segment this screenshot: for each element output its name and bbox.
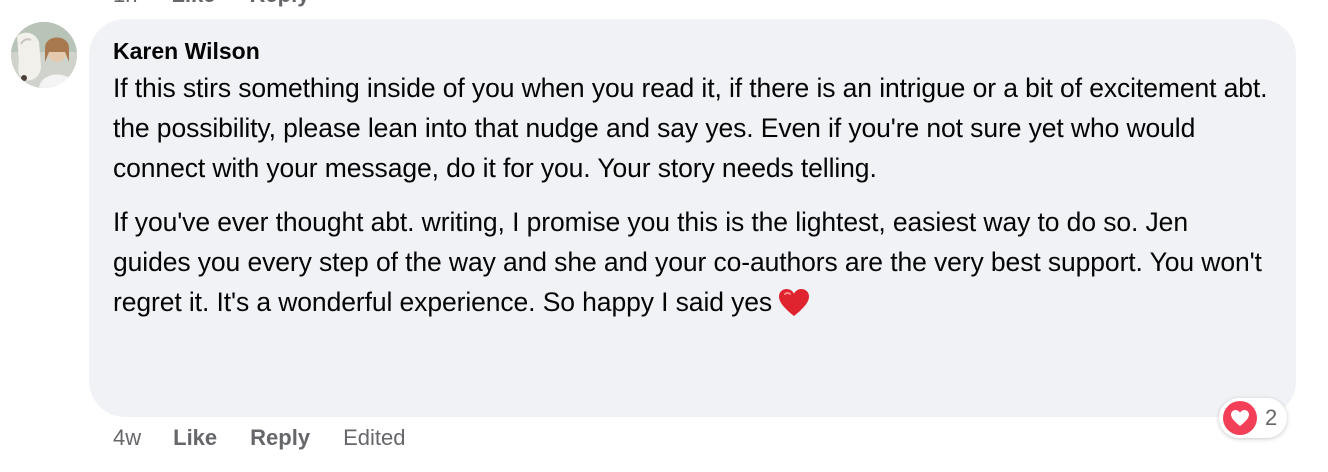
love-reaction-icon: [1223, 401, 1257, 435]
reaction-count: 2: [1265, 405, 1278, 430]
comment-timestamp[interactable]: 4w: [113, 423, 141, 453]
comment-bubble: Karen Wilson If this stirs something ins…: [89, 19, 1296, 417]
previous-comment-time[interactable]: 1h: [113, 0, 137, 8]
comment-actions: 4w Like Reply Edited: [113, 423, 405, 453]
previous-comment-actions: 1h Like Reply: [113, 0, 309, 8]
comment-paragraph-2: If you've ever thought abt. writing, I p…: [113, 202, 1272, 322]
previous-reply-button[interactable]: Reply: [250, 0, 310, 8]
reaction-summary[interactable]: 2: [1219, 398, 1288, 438]
avatar-image: [11, 22, 77, 88]
comment-paragraph-2-text: If you've ever thought abt. writing, I p…: [113, 207, 1262, 317]
comment-paragraph-1: If this stirs something inside of you wh…: [113, 73, 1268, 183]
like-button[interactable]: Like: [173, 423, 217, 453]
avatar[interactable]: [11, 22, 77, 88]
reply-button[interactable]: Reply: [250, 423, 310, 453]
comment-author[interactable]: Karen Wilson: [113, 36, 1272, 66]
heart-emoji-icon: [779, 289, 810, 316]
previous-like-button[interactable]: Like: [171, 0, 215, 8]
edited-label[interactable]: Edited: [343, 423, 405, 453]
